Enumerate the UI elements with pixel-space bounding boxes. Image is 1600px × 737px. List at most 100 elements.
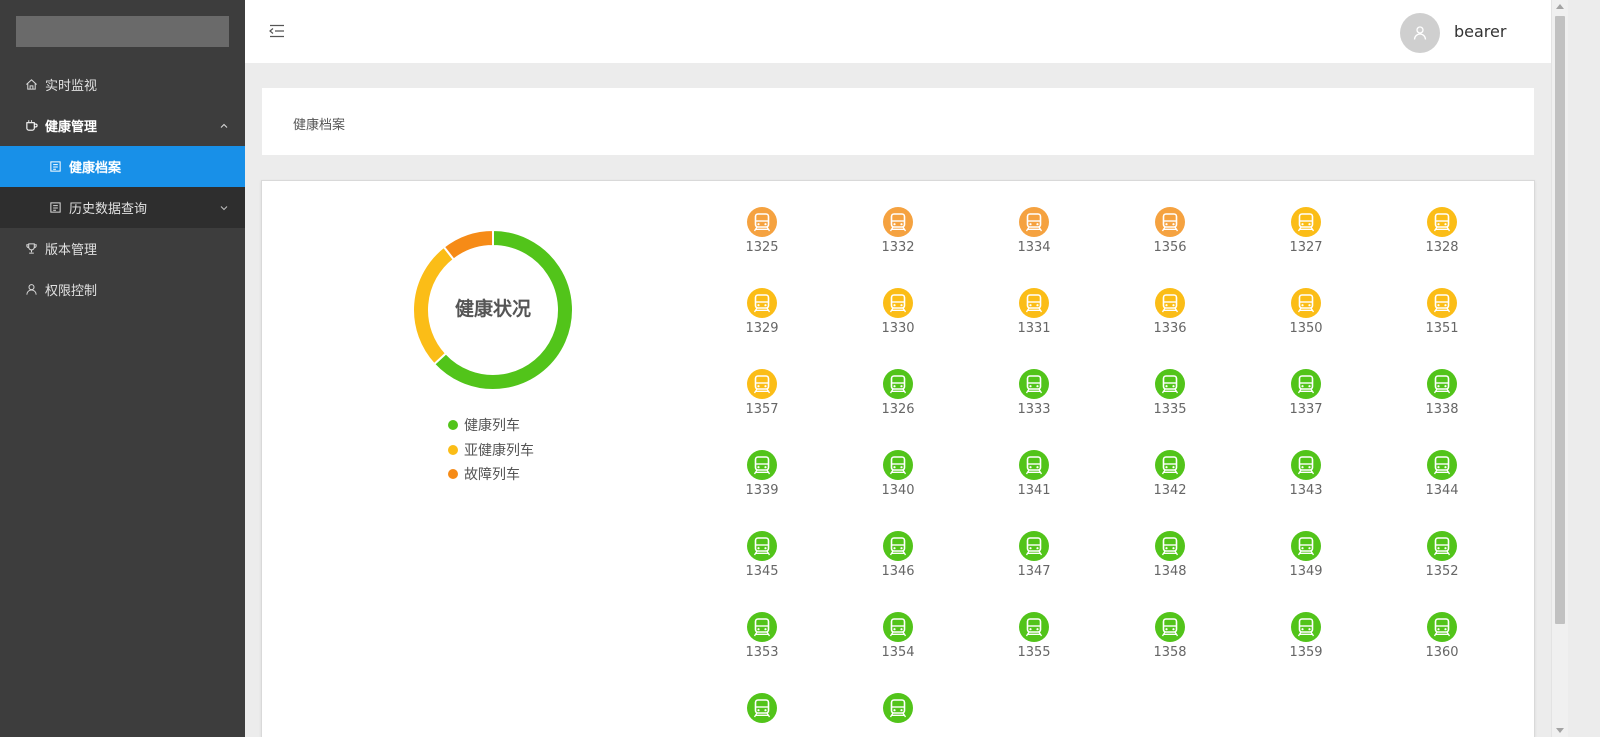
- train-item[interactable]: 1342: [1130, 450, 1210, 520]
- train-item[interactable]: 1346: [858, 531, 938, 601]
- train-number: 1345: [745, 564, 779, 579]
- chart-title: 健康状况: [454, 298, 531, 320]
- train-icon: [1291, 207, 1321, 237]
- legend-item-healthy[interactable]: 健康列车: [448, 413, 534, 438]
- train-number: 1348: [1153, 564, 1187, 579]
- train-item[interactable]: [858, 693, 938, 737]
- train-item[interactable]: 1347: [994, 531, 1074, 601]
- train-item[interactable]: 1348: [1130, 531, 1210, 601]
- train-number: 1339: [745, 483, 779, 498]
- user-icon: [24, 283, 38, 297]
- sidebar-submenu: 健康档案 历史数据查询: [0, 146, 245, 228]
- train-icon: [1427, 207, 1457, 237]
- train-number: 1344: [1425, 483, 1459, 498]
- legend-dot: [448, 444, 458, 455]
- sidebar-item-permission-control[interactable]: 权限控制: [0, 269, 245, 310]
- train-item[interactable]: 1358: [1130, 612, 1210, 682]
- sidebar-item-history-query[interactable]: 历史数据查询: [0, 187, 245, 228]
- avatar[interactable]: [1400, 13, 1440, 53]
- train-item[interactable]: 1325: [722, 207, 802, 277]
- scrollbar-thumb[interactable]: [1555, 16, 1565, 624]
- train-item[interactable]: 1328: [1402, 207, 1482, 277]
- train-icon: [883, 693, 913, 723]
- train-icon: [1155, 531, 1185, 561]
- train-item[interactable]: 1326: [858, 369, 938, 439]
- train-item[interactable]: 1330: [858, 288, 938, 358]
- train-item[interactable]: 1335: [1130, 369, 1210, 439]
- breadcrumb-current: 健康档案: [293, 118, 346, 133]
- chevron-down-icon: [220, 205, 228, 210]
- train-icon: [883, 369, 913, 399]
- train-item[interactable]: 1345: [722, 531, 802, 601]
- train-item[interactable]: 1332: [858, 207, 938, 277]
- train-number: 1355: [1017, 645, 1051, 660]
- train-number: 1342: [1153, 483, 1187, 498]
- chart-legend: 健康列车 亚健康列车 故障列车: [448, 413, 534, 487]
- legend-item-subhealthy[interactable]: 亚健康列车: [448, 438, 534, 463]
- train-number: 1340: [881, 483, 915, 498]
- train-icon: [1291, 369, 1321, 399]
- train-item[interactable]: 1350: [1266, 288, 1346, 358]
- train-item[interactable]: 1331: [994, 288, 1074, 358]
- chevron-up-icon: [220, 123, 228, 128]
- train-icon: [1155, 207, 1185, 237]
- train-number: 1325: [745, 240, 779, 255]
- train-item[interactable]: 1357: [722, 369, 802, 439]
- train-number: 1352: [1425, 564, 1459, 579]
- sidebar-item-label: 历史数据查询: [69, 202, 148, 217]
- train-item[interactable]: 1327: [1266, 207, 1346, 277]
- train-icon: [747, 693, 777, 723]
- train-item[interactable]: 1353: [722, 612, 802, 682]
- train-icon: [1019, 288, 1049, 318]
- sidebar-item-label: 权限控制: [45, 284, 98, 299]
- train-item[interactable]: 1351: [1402, 288, 1482, 358]
- train-item[interactable]: [722, 693, 802, 737]
- train-number: 1359: [1289, 645, 1323, 660]
- train-item[interactable]: 1339: [722, 450, 802, 520]
- train-icon: [1291, 450, 1321, 480]
- train-number: 1329: [745, 321, 779, 336]
- train-item[interactable]: 1341: [994, 450, 1074, 520]
- train-item[interactable]: 1334: [994, 207, 1074, 277]
- vertical-scrollbar[interactable]: [1551, 0, 1568, 737]
- train-item[interactable]: 1355: [994, 612, 1074, 682]
- train-number: 1331: [1017, 321, 1051, 336]
- sidebar-item-health-records[interactable]: 健康档案: [0, 146, 245, 187]
- train-item[interactable]: 1344: [1402, 450, 1482, 520]
- train-icon: [1155, 612, 1185, 642]
- sidebar-item-label: 实时监视: [45, 79, 98, 94]
- legend-label: 故障列车: [464, 467, 520, 484]
- train-item[interactable]: 1352: [1402, 531, 1482, 601]
- train-item[interactable]: 1340: [858, 450, 938, 520]
- scroll-down-arrow-icon[interactable]: [1556, 728, 1564, 733]
- train-item[interactable]: 1343: [1266, 450, 1346, 520]
- train-item[interactable]: 1338: [1402, 369, 1482, 439]
- train-item[interactable]: 1333: [994, 369, 1074, 439]
- user-icon: [1413, 26, 1427, 40]
- train-item[interactable]: 1354: [858, 612, 938, 682]
- train-item[interactable]: 1359: [1266, 612, 1346, 682]
- train-icon: [1427, 288, 1457, 318]
- train-item[interactable]: 1336: [1130, 288, 1210, 358]
- train-item[interactable]: 1349: [1266, 531, 1346, 601]
- scroll-up-arrow-icon[interactable]: [1556, 4, 1564, 9]
- train-item[interactable]: 1337: [1266, 369, 1346, 439]
- sidebar: 实时监视 健康管理 健康档案 历史数据查询 版本管理 权限控制: [0, 0, 245, 737]
- sidebar-item-health-management[interactable]: 健康管理: [0, 105, 245, 146]
- train-item[interactable]: 1329: [722, 288, 802, 358]
- donut-slice-fault[interactable]: [442, 228, 494, 261]
- sidebar-item-version-management[interactable]: 版本管理: [0, 228, 245, 269]
- sidebar-item-realtime-monitor[interactable]: 实时监视: [0, 64, 245, 105]
- train-number: 1328: [1425, 240, 1459, 255]
- legend-label: 亚健康列车: [464, 442, 534, 459]
- train-icon: [747, 369, 777, 399]
- train-icon: [747, 450, 777, 480]
- username[interactable]: bearer: [1454, 22, 1506, 41]
- document-icon: [48, 160, 62, 174]
- train-icon: [1427, 612, 1457, 642]
- train-item[interactable]: 1360: [1402, 612, 1482, 682]
- train-icon: [1019, 531, 1049, 561]
- menu-fold-icon[interactable]: [268, 22, 286, 40]
- train-item[interactable]: 1356: [1130, 207, 1210, 277]
- legend-item-fault[interactable]: 故障列车: [448, 462, 534, 487]
